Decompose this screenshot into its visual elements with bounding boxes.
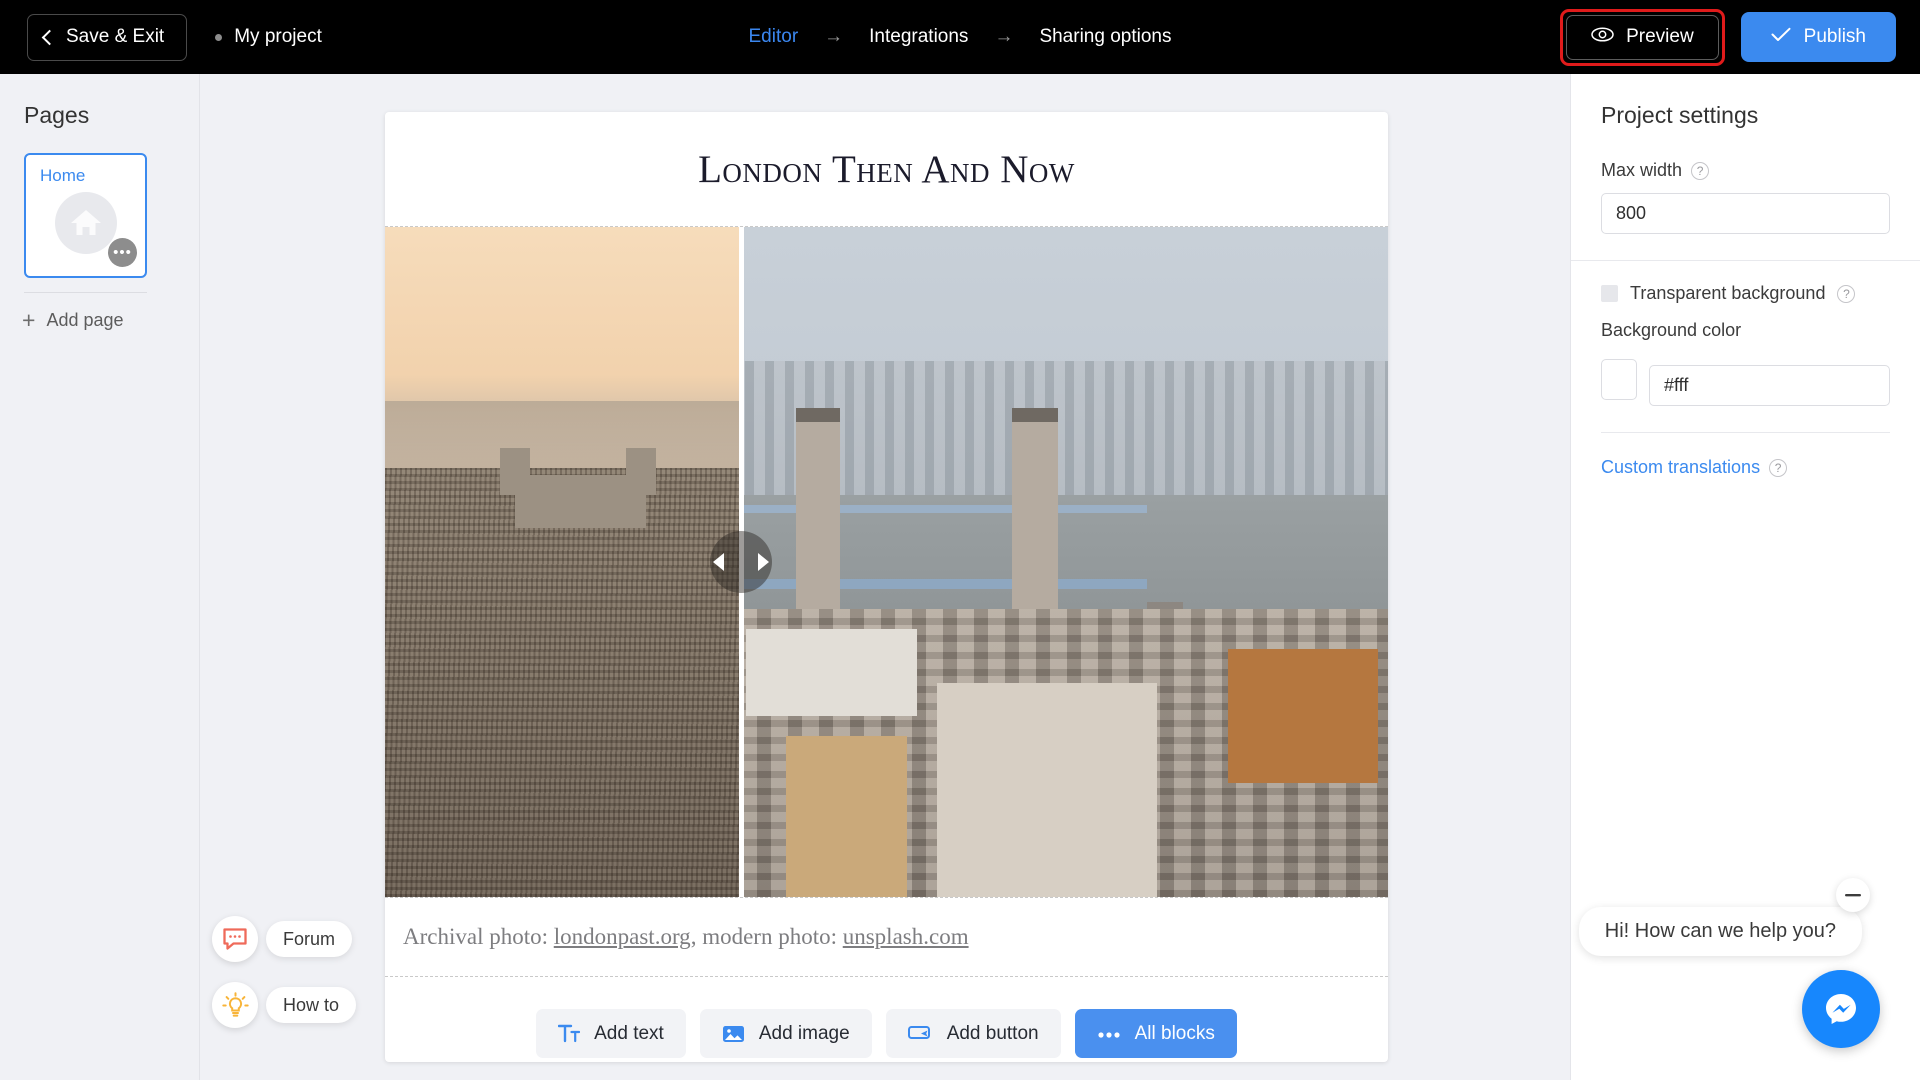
nav-arrow-icon-2: → (994, 26, 1014, 47)
messenger-icon[interactable] (1802, 970, 1880, 1048)
top-bar-actions: Preview Publish (1560, 8, 1896, 66)
chevron-left-icon (41, 29, 58, 45)
help-widgets: Forum How to (212, 916, 357, 1028)
all-blocks-label: All blocks (1134, 1022, 1215, 1044)
sidebar-page-card-home[interactable]: Home ••• (24, 153, 147, 278)
nav-step-integrations[interactable]: Integrations (869, 26, 968, 48)
add-image-button[interactable]: Add image (699, 1009, 872, 1058)
lightbulb-icon[interactable] (212, 982, 258, 1028)
custom-translations-link[interactable]: Custom translations ? (1601, 432, 1890, 478)
chat-greeting-bubble[interactable]: Hi! How can we help you? (1578, 907, 1862, 956)
project-name[interactable]: My project (215, 26, 322, 48)
pages-heading: Pages (24, 102, 90, 128)
block-caption[interactable]: Archival photo: londonpast.org, modern p… (385, 897, 1388, 977)
custom-translations-label: Custom translations (1601, 457, 1761, 477)
top-bar: Save & Exit My project Editor → Integrat… (0, 0, 1920, 74)
pages-sidebar: Pages Home ••• + Add page (0, 74, 200, 1080)
arrow-right-icon (758, 553, 770, 571)
add-text-button[interactable]: Add text (536, 1009, 686, 1058)
max-width-label: Max width (1601, 160, 1683, 180)
background-color-input[interactable] (1649, 365, 1890, 406)
transparent-background-label: Transparent background (1630, 283, 1826, 303)
add-text-label: Add text (594, 1022, 664, 1044)
canvas-area: London Then And Now Archival photo: lond… (201, 74, 1570, 1080)
help-icon-max-width[interactable]: ? (1691, 161, 1710, 180)
background-color-label-row: Background color (1601, 320, 1890, 341)
max-width-label-row: Max width ? (1601, 160, 1890, 181)
ellipsis-icon (1097, 1023, 1121, 1045)
add-page-label: Add page (46, 310, 124, 330)
caption-text: Archival photo: londonpast.org, modern p… (403, 924, 1388, 950)
add-page-button[interactable]: + Add page (22, 309, 199, 332)
home-icon (54, 191, 117, 254)
caption-link-1[interactable]: londonpast.org (554, 924, 691, 949)
how-to-label[interactable]: How to (266, 987, 357, 1023)
forum-label[interactable]: Forum (266, 921, 353, 957)
publish-button[interactable]: Publish (1740, 12, 1896, 62)
eye-icon (1591, 26, 1614, 48)
caption-middle: , modern photo: (690, 924, 843, 949)
preview-button[interactable]: Preview (1566, 14, 1719, 60)
forum-widget[interactable]: Forum (212, 916, 356, 962)
transparent-background-checkbox[interactable] (1601, 285, 1618, 302)
background-color-swatch[interactable] (1601, 359, 1637, 400)
add-button-label: Add button (946, 1022, 1039, 1044)
block-title[interactable]: London Then And Now (385, 111, 1388, 227)
project-settings-heading: Project settings (1601, 102, 1759, 128)
status-dot-icon (215, 33, 223, 41)
nav-step-editor[interactable]: Editor (749, 26, 799, 48)
max-width-input[interactable] (1601, 193, 1890, 234)
custom-translations-group: Custom translations ? (1571, 432, 1920, 478)
add-image-label: Add image (758, 1022, 850, 1044)
save-and-exit-label: Save & Exit (66, 26, 165, 47)
nav-arrow-icon-1: → (824, 26, 844, 47)
page-card-label: Home (40, 166, 86, 185)
max-width-group: Max width ? (1571, 160, 1920, 234)
button-icon (907, 1024, 933, 1043)
text-icon (558, 1024, 581, 1043)
page-title: London Then And Now (698, 148, 1075, 191)
help-icon-custom-translations[interactable]: ? (1769, 458, 1788, 477)
block-before-after-image[interactable] (385, 226, 1388, 898)
chat-minimize-button[interactable] (1836, 878, 1870, 912)
background-color-label: Background color (1601, 320, 1742, 340)
editor-step-nav: Editor → Integrations → Sharing options (749, 26, 1172, 48)
add-block-toolbar: Add text Add image Add button All blocks (385, 977, 1388, 1058)
transparent-background-row[interactable]: Transparent background ? (1601, 283, 1890, 304)
preview-label: Preview (1626, 26, 1694, 47)
preview-highlight-box: Preview (1560, 8, 1725, 66)
background-group: Transparent background ? Background colo… (1571, 283, 1920, 406)
arrow-left-icon (713, 553, 725, 571)
project-name-label: My project (234, 26, 322, 47)
page-options-button[interactable]: ••• (108, 238, 137, 267)
page-sheet: London Then And Now Archival photo: lond… (385, 112, 1388, 1062)
publish-label: Publish (1803, 26, 1866, 47)
caption-link-2[interactable]: unsplash.com (843, 924, 969, 949)
chat-bubble-icon[interactable] (212, 916, 258, 962)
add-button-button[interactable]: Add button (885, 1009, 1061, 1058)
plus-icon: + (22, 307, 36, 333)
all-blocks-button[interactable]: All blocks (1074, 1009, 1237, 1058)
how-to-widget[interactable]: How to (212, 982, 357, 1028)
check-icon (1771, 26, 1791, 48)
help-icon-transparent-background[interactable]: ? (1837, 284, 1856, 303)
image-icon (722, 1024, 745, 1044)
comparison-slider-handle[interactable] (710, 531, 773, 593)
caption-prefix: Archival photo: (403, 924, 554, 949)
settings-divider-1 (1571, 260, 1920, 261)
sidebar-divider (24, 292, 147, 293)
background-color-row (1601, 353, 1890, 406)
nav-step-sharing-options[interactable]: Sharing options (1039, 26, 1171, 48)
save-and-exit-button[interactable]: Save & Exit (27, 13, 188, 61)
